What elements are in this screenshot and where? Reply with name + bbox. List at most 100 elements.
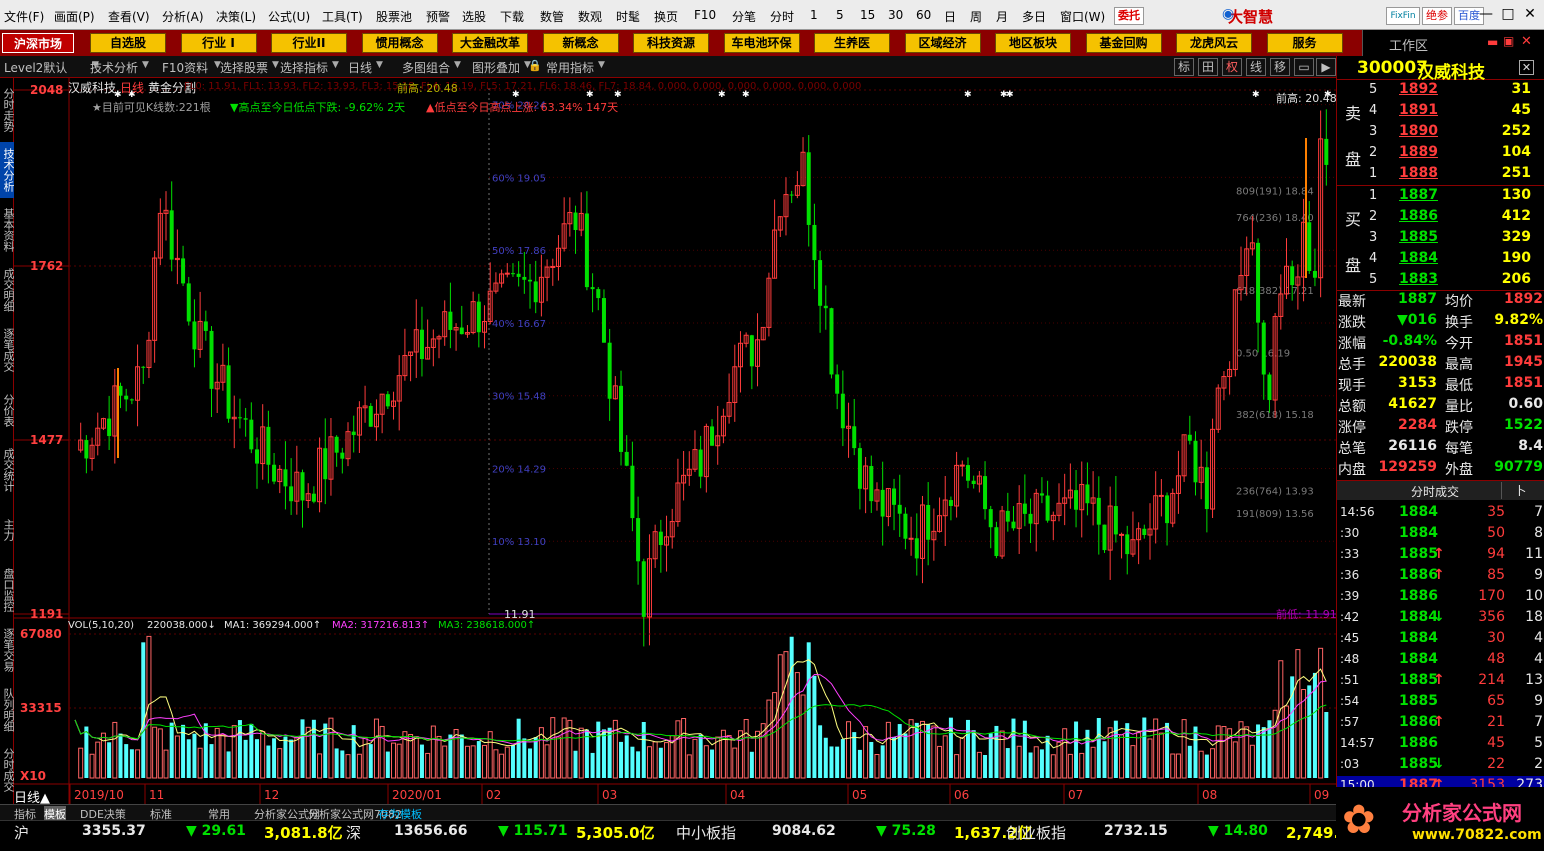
left-tab[interactable]: 逐笔成交 [0,322,15,378]
menu-item[interactable]: 分笔 [732,8,756,25]
chart-tool-icon[interactable]: 权 [1222,58,1242,76]
left-tab[interactable]: 分时走势 [0,82,15,138]
index-name[interactable]: 中小板指 [676,822,736,843]
close-icon[interactable]: ✕ [1521,34,1532,49]
toolbar-button[interactable]: 车电池环保 [723,33,800,53]
menu-item[interactable]: 选股 [462,8,486,25]
dropdown-arrow-icon[interactable]: ▼ [454,60,461,74]
index-name[interactable]: 创业板指 [1006,822,1066,843]
trust-button[interactable]: 委托 [1114,7,1144,25]
toolbar-button[interactable]: 服务 [1266,33,1343,53]
analysis-tab[interactable]: F10资料 [162,59,208,76]
toolbar-button[interactable]: 区域经济 [904,33,981,53]
maximize-icon[interactable]: □ [1498,5,1518,25]
dropdown-arrow-icon[interactable]: ▼ [598,60,605,74]
index-name[interactable]: 深 [346,822,361,843]
ticks-expand-icon[interactable]: 卜 [1501,482,1539,499]
toolbar-button[interactable]: 基金回购 [1085,33,1162,53]
menu-item[interactable]: 15 [860,8,875,22]
menu-item[interactable]: 公式(U) [268,8,310,25]
layout-icon[interactable]: ▭ [1294,58,1314,76]
toolbar-button[interactable]: 行业II [271,33,347,53]
chart-tool-icon[interactable]: 田 [1198,58,1218,76]
menu-item[interactable]: 窗口(W) [1060,8,1105,25]
menu-item[interactable]: 月 [996,8,1008,25]
order-book-row[interactable]: 5 1892 31 [1337,80,1544,101]
market-button[interactable]: 沪深市场 [2,33,74,53]
chart-canvas[interactable]: 204817621477119170% 20.2460% 19.0550% 17… [14,78,1336,804]
analysis-tab[interactable]: 选择指标 [280,59,328,76]
left-tab[interactable]: 技术分析 [0,142,15,198]
kline-chart[interactable]: 2048 1762 1477 1191 70% 20.24 60% 19.05 50% 17… [14,78,1337,804]
analysis-tab[interactable]: 技术分析 [90,59,138,76]
order-book-row[interactable]: 4 1891 45 [1337,101,1544,122]
toolbar-button[interactable]: 龙虎风云 [1176,33,1252,53]
restore-icon[interactable]: ▬ [1487,35,1498,49]
menu-item[interactable]: 时髦 [616,8,640,25]
menu-item[interactable]: 股票池 [376,8,412,25]
toolbar-button[interactable]: 惯用概念 [361,33,438,53]
menu-item[interactable]: F10 [694,8,716,22]
left-tab[interactable]: 队列明细 [0,682,15,738]
analysis-tab[interactable]: 多图组合 [402,59,450,76]
menu-item[interactable]: 周 [970,8,982,25]
chart-tool-icon[interactable]: 线 [1246,58,1266,76]
close-quote-icon[interactable]: ✕ [1519,60,1534,75]
maximize-icon[interactable]: ▣ [1503,34,1514,48]
order-book-row[interactable]: 2 1889 104 [1337,143,1544,164]
menu-item[interactable]: 文件(F) [4,8,44,25]
analysis-tab[interactable]: 常用指标 [546,59,594,76]
order-book-row[interactable]: 3 1885 329 [1337,228,1544,249]
ext-button-1[interactable]: 绝参 [1422,7,1452,25]
order-book-row[interactable]: 2 1886 412 [1337,207,1544,228]
order-book-row[interactable]: 1 1887 130 [1337,186,1544,207]
left-tab[interactable]: 盘口监控 [0,562,15,618]
close-icon[interactable]: ✕ [1520,5,1540,25]
toolbar-button[interactable]: 大金融改革 [452,33,528,53]
toolbar-button[interactable]: 地区板块 [995,33,1071,53]
lock-icon[interactable]: 🔒 [528,59,542,72]
toolbar-button[interactable]: 行业 I [180,33,257,53]
dropdown-arrow-icon[interactable]: ▼ [376,60,383,74]
left-tab[interactable]: 成交统计 [0,442,15,498]
toolbar-button[interactable]: 新概念 [542,33,619,53]
analysis-tab[interactable]: Level2默认 [4,59,67,76]
toolbar-button[interactable]: 生养医 [814,33,890,53]
order-book-row[interactable]: 1 1888 251 [1337,164,1544,185]
next-icon[interactable]: ▶ [1316,58,1336,76]
order-book-row[interactable]: 4 1884 190 [1337,249,1544,270]
menu-item[interactable]: 查看(V) [108,8,150,25]
menu-item[interactable]: 30 [888,8,903,22]
dropdown-arrow-icon[interactable]: ▼ [142,60,149,74]
menu-item[interactable]: 1 [810,8,818,22]
index-name[interactable]: 沪 [14,822,29,843]
menu-item[interactable]: 5 [836,8,844,22]
menu-item[interactable]: 数观 [578,8,602,25]
menu-item[interactable]: 数管 [540,8,564,25]
menu-item[interactable]: 下载 [500,8,524,25]
order-book-row[interactable]: 5 1883 206 [1337,270,1544,291]
menu-item[interactable]: 决策(L) [216,8,256,25]
analysis-tab[interactable]: 图形叠加 [472,59,520,76]
period-indicator[interactable]: 日线▲ [14,787,50,806]
order-book-row[interactable]: 3 1890 252 [1337,122,1544,143]
menu-item[interactable]: 工具(T) [322,8,363,25]
left-tab[interactable]: 分时成交 [0,742,15,798]
analysis-tab[interactable]: 日线 [348,59,372,76]
left-tab[interactable]: 成交明细 [0,262,15,318]
menu-item[interactable]: 画面(P) [54,8,95,25]
chart-tool-icon[interactable]: 移 [1270,58,1290,76]
left-tab[interactable]: 基本资料 [0,202,15,258]
menu-item[interactable]: 多日 [1022,8,1046,25]
toolbar-button[interactable]: 自选股 [90,33,166,53]
chart-tool-icon[interactable]: 标 [1174,58,1194,76]
menu-item[interactable]: 60 [916,8,931,22]
left-tab[interactable]: 分价表 [0,382,15,438]
menu-item[interactable]: 分时 [770,8,794,25]
left-tab[interactable]: 逐笔交易 [0,622,15,678]
dropdown-arrow-icon[interactable]: ▼ [332,60,339,74]
menu-item[interactable]: 预警 [426,8,450,25]
menu-item[interactable]: 分析(A) [162,8,204,25]
analysis-tab[interactable]: 选择股票 [220,59,268,76]
menu-item[interactable]: 换页 [654,8,678,25]
